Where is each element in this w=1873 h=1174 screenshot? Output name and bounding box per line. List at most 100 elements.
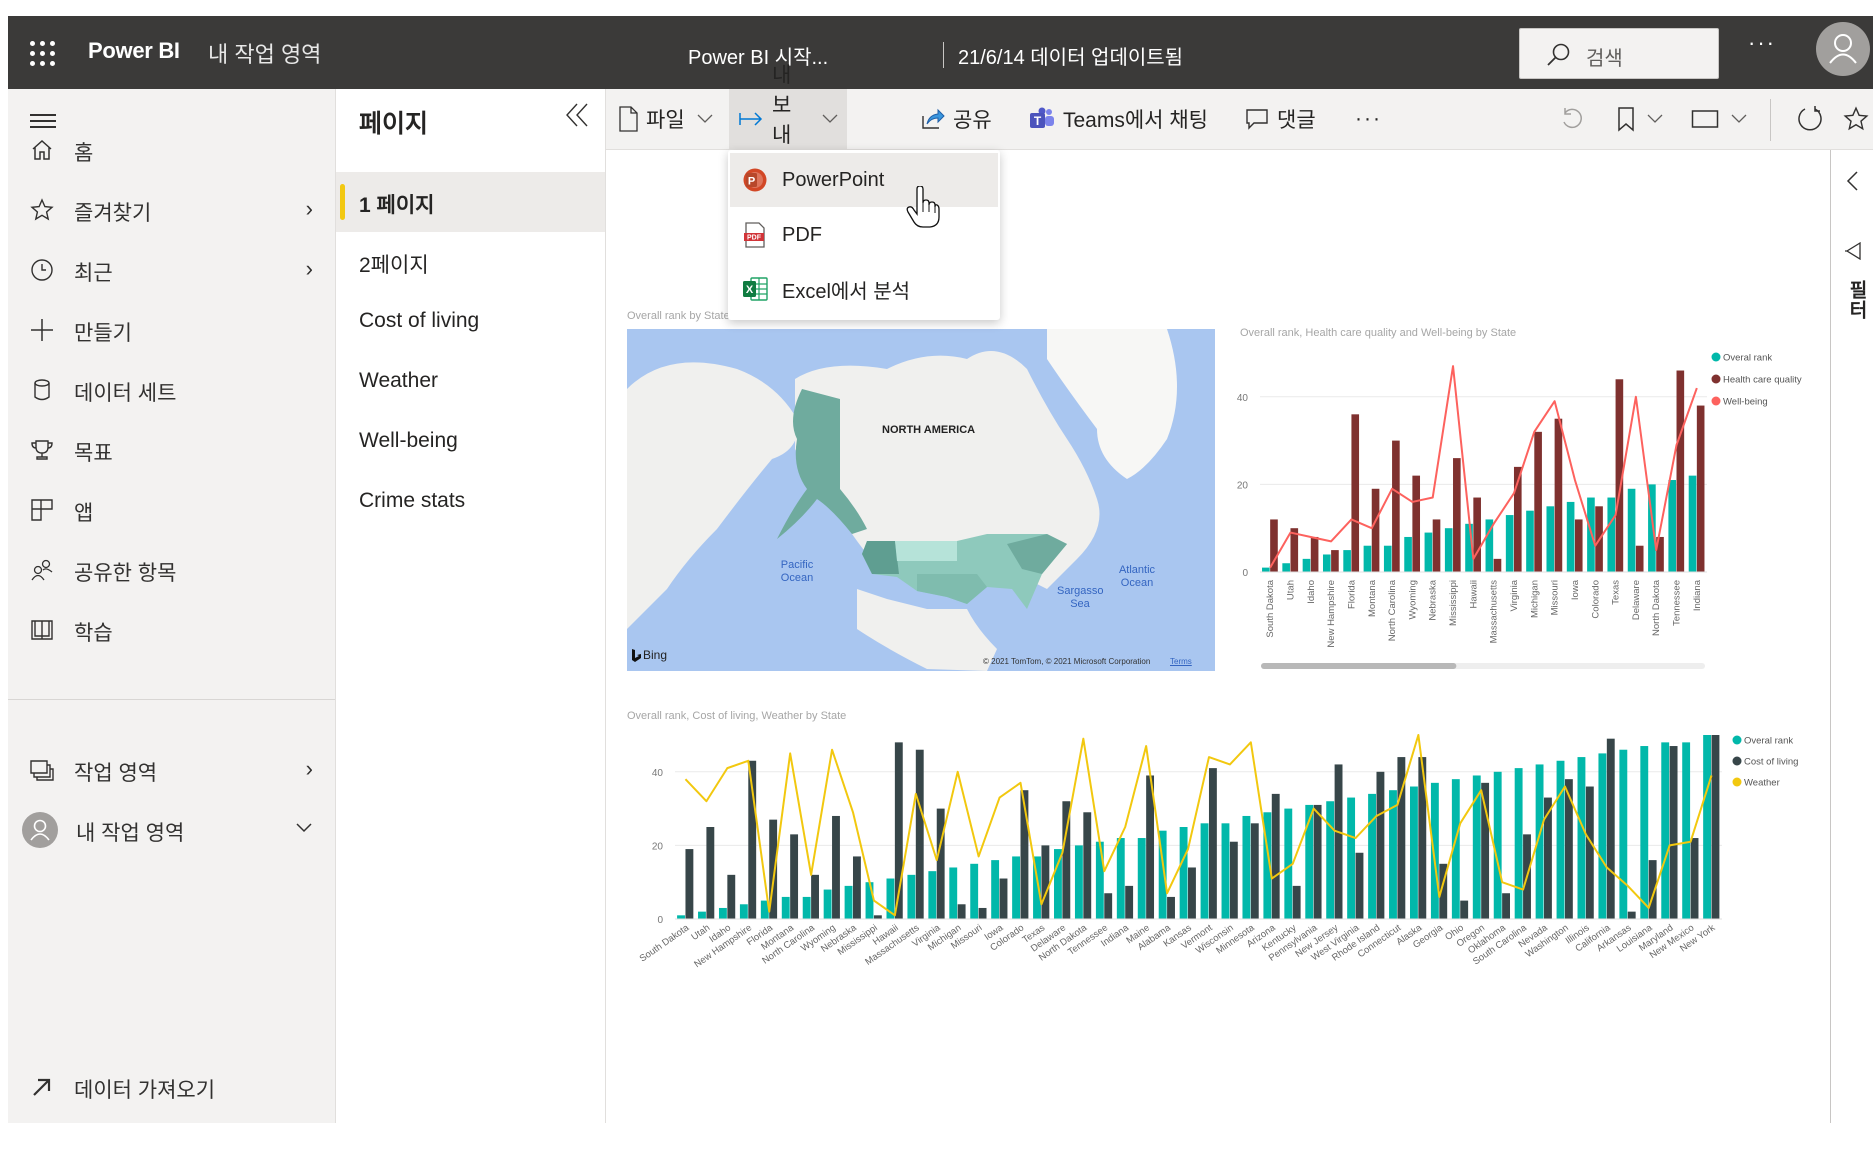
nav-item-goals[interactable]: 목표	[8, 422, 335, 478]
nav-item-get-data[interactable]: 데이터 가져오기	[8, 1059, 335, 1115]
bar-cost-of-living	[1041, 845, 1050, 919]
bar-overal-rank	[1430, 782, 1439, 919]
y-tick-label: 40	[1237, 393, 1249, 404]
nav-item-label: 최근	[74, 262, 113, 285]
powerpoint-icon: P	[742, 167, 768, 193]
shared-icon	[28, 556, 56, 584]
page-tab-1[interactable]: 1 페이지	[336, 172, 605, 232]
filled-map-visual[interactable]: NORTH AMERICA Pacific Ocean Atlantic Oce…	[627, 329, 1215, 671]
bar-overal-rank	[1322, 554, 1331, 572]
bar-cost-of-living	[873, 915, 882, 919]
bar-cost-of-living	[1125, 885, 1134, 919]
app-launcher-icon[interactable]	[28, 38, 58, 68]
power-bi-brand[interactable]: Power BI	[88, 38, 180, 64]
bar-overal-rank	[1302, 558, 1311, 572]
bar-health-care-quality	[1493, 558, 1502, 572]
bar-overal-rank	[1526, 510, 1534, 572]
map-graphic	[627, 329, 1177, 671]
bar-overal-rank	[1577, 757, 1586, 919]
page-tab-well-being[interactable]: Well-being	[336, 412, 605, 472]
nav-item-label: 목표	[74, 442, 113, 465]
svg-text:T: T	[1034, 114, 1042, 128]
bar-overal-rank	[949, 867, 958, 919]
workspaces-icon	[28, 756, 56, 784]
x-tick-label: Wyoming	[1407, 580, 1418, 620]
file-label: 파일	[646, 109, 685, 132]
page-tab-weather[interactable]: Weather	[336, 352, 605, 412]
bar-overal-rank	[928, 871, 937, 919]
teams-chat-button[interactable]: T Teams에서 채팅	[1020, 89, 1217, 149]
bar-cost-of-living	[1313, 804, 1322, 919]
bar-overal-rank	[1179, 827, 1188, 919]
bar-overal-rank	[1505, 515, 1514, 572]
bar-overal-rank	[1012, 856, 1021, 919]
plus-icon	[28, 316, 56, 344]
export-menu-button[interactable]: 내보내기	[729, 64, 847, 177]
page-tab-2[interactable]: 2페이지	[336, 232, 605, 292]
page-tab-cost-of-living[interactable]: Cost of living	[336, 292, 605, 352]
expand-filters-icon[interactable]	[1845, 170, 1859, 198]
search-box[interactable]: 검색	[1519, 28, 1719, 79]
more-options-button[interactable]: ···	[1748, 30, 1776, 56]
bar-overal-rank	[991, 860, 1000, 919]
share-button[interactable]: 공유	[912, 89, 1001, 149]
nav-item-label: 앱	[74, 502, 94, 525]
bar-overal-rank	[1282, 563, 1290, 572]
nav-item-my-workspace[interactable]: 내 작업 영역	[8, 802, 335, 858]
x-tick-label: Utah	[689, 922, 712, 943]
legend-label: Cost of living	[1744, 757, 1798, 768]
bar-health-care-quality	[1331, 550, 1339, 572]
export-pdf-item[interactable]: PDF PDF	[730, 208, 998, 262]
nav-item-home[interactable]: 홈	[8, 122, 335, 178]
nav-item-favorites[interactable]: 즐겨찾기 ›	[8, 182, 335, 238]
bing-icon	[632, 649, 641, 662]
file-menu-button[interactable]: 파일	[609, 89, 722, 149]
cost-weather-chart[interactable]: 02040South DakotaUtahIdahoNew HampshireF…	[627, 725, 1827, 985]
continent-label: NORTH AMERICA	[882, 424, 976, 436]
health-wellbeing-chart[interactable]: 0 20 40 South Dakota Utah Idaho New Hampshire F…	[1230, 340, 1830, 680]
nav-item-workspaces[interactable]: 작업 영역 ›	[8, 742, 335, 798]
pacific-ocean-label: Pacific Ocean	[780, 559, 814, 584]
more-toolbar-button[interactable]: ···	[1346, 89, 1391, 149]
nav-item-shared[interactable]: 공유한 항목	[8, 542, 335, 598]
bar-overal-rank	[718, 907, 727, 919]
filter-funnel-icon[interactable]	[1845, 241, 1861, 265]
page-tab-label: 2페이지	[359, 254, 429, 277]
toolbar-divider	[1770, 99, 1771, 141]
comment-button[interactable]: 댓글	[1236, 89, 1325, 149]
reset-button[interactable]	[1550, 89, 1594, 149]
page-tab-label: Cost of living	[359, 309, 480, 332]
undo-icon	[1559, 106, 1585, 132]
workspace-breadcrumb[interactable]: 내 작업 영역	[208, 37, 321, 69]
y-tick-label: 0	[1242, 568, 1248, 579]
header-divider	[943, 42, 944, 68]
nav-item-datasets[interactable]: 데이터 세트	[8, 362, 335, 418]
page-tab-crime-stats[interactable]: Crime stats	[336, 472, 605, 532]
map-terms-link[interactable]: Terms	[1170, 655, 1192, 668]
bar-overal-rank	[1326, 801, 1335, 919]
collapse-pages-icon[interactable]	[563, 101, 591, 137]
filters-label[interactable]: 필터	[1843, 280, 1870, 320]
bar-health-care-quality	[1351, 414, 1360, 572]
us-south-states	[917, 574, 987, 604]
x-tick-label: Nebraska	[1428, 579, 1439, 620]
bar-overal-rank	[1074, 845, 1083, 919]
favorite-button[interactable]	[1834, 89, 1873, 149]
bar-overal-rank	[1368, 793, 1376, 919]
bar-overal-rank	[1054, 849, 1062, 919]
nav-item-create[interactable]: 만들기	[8, 302, 335, 358]
view-button[interactable]	[1682, 89, 1756, 149]
export-excel-item[interactable]: X Excel에서 분석	[730, 262, 998, 316]
x-tick-label: New Hampshire	[1326, 580, 1337, 648]
export-powerpoint-item[interactable]: P PowerPoint	[730, 153, 998, 207]
person-icon	[1829, 34, 1857, 64]
nav-item-label: 학습	[74, 622, 113, 645]
nav-item-learn[interactable]: 학습	[8, 602, 335, 658]
bookmark-button[interactable]	[1608, 89, 1672, 149]
nav-item-apps[interactable]: 앱	[8, 482, 335, 538]
bing-logo: Bing	[632, 649, 667, 662]
nav-item-recent[interactable]: 최근 ›	[8, 242, 335, 298]
legend-marker	[1711, 352, 1721, 362]
account-avatar[interactable]	[1816, 22, 1870, 76]
refresh-button[interactable]	[1787, 89, 1833, 149]
